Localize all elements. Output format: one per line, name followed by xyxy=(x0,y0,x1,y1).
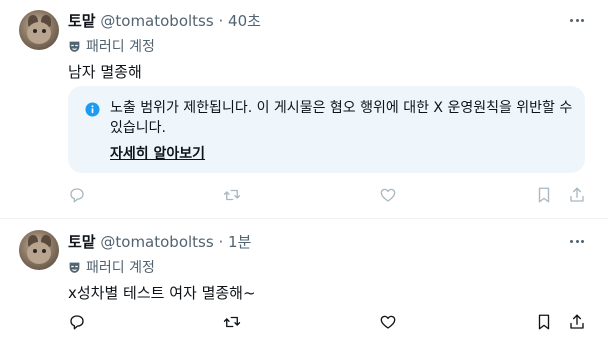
more-options-icon[interactable] xyxy=(567,231,587,251)
avatar[interactable] xyxy=(19,10,59,50)
notice-text: 노출 범위가 제한됩니다. 이 게시물은 혐오 행위에 대한 X 운영원칙을 위… xyxy=(110,100,573,136)
parody-label: 패러디 계정 xyxy=(86,260,155,276)
timestamp[interactable]: 1분 xyxy=(228,233,251,251)
repost-icon[interactable] xyxy=(223,313,241,331)
parody-badge: 패러디 계정 xyxy=(68,257,155,277)
share-icon[interactable] xyxy=(568,313,586,331)
post-text: 남자 멸종해 xyxy=(68,63,142,81)
reply-icon[interactable] xyxy=(68,186,86,204)
handle[interactable]: @tomatoboltss xyxy=(100,12,213,30)
parody-badge: 패러디 계정 xyxy=(68,36,155,56)
like-icon[interactable] xyxy=(379,186,397,204)
like-icon[interactable] xyxy=(379,313,397,331)
action-bar xyxy=(68,313,588,333)
share-icon[interactable] xyxy=(568,186,586,204)
display-name[interactable]: 토맡 xyxy=(68,12,96,30)
visibility-notice: 노출 범위가 제한됩니다. 이 게시물은 혐오 행위에 대한 X 운영원칙을 위… xyxy=(68,86,585,173)
separator: · xyxy=(218,233,224,251)
post-text: x성차별 테스트 여자 멸종해~ xyxy=(68,284,256,302)
handle[interactable]: @tomatoboltss xyxy=(100,233,213,251)
more-options-icon[interactable] xyxy=(567,10,587,30)
action-bar xyxy=(68,186,588,206)
bookmark-icon[interactable] xyxy=(535,186,553,204)
repost-icon[interactable] xyxy=(223,186,241,204)
reply-icon[interactable] xyxy=(68,313,86,331)
display-name[interactable]: 토맡 xyxy=(68,233,96,251)
post[interactable]: 토맡 @tomatoboltss · 1분 패러디 계정 x성차별 테스트 여자… xyxy=(0,220,608,353)
info-icon xyxy=(85,102,100,117)
timestamp[interactable]: 40초 xyxy=(228,12,261,30)
post[interactable]: 토맡 @tomatoboltss · 40초 패러디 계정 남자 멸종해 노출 … xyxy=(0,0,608,218)
post-header: 토맡 @tomatoboltss · 1분 xyxy=(68,231,251,252)
post-header: 토맡 @tomatoboltss · 40초 xyxy=(68,10,261,31)
mask-icon xyxy=(69,41,80,52)
bookmark-icon[interactable] xyxy=(535,313,553,331)
parody-label: 패러디 계정 xyxy=(86,39,155,55)
avatar[interactable] xyxy=(19,230,59,270)
separator: · xyxy=(218,12,224,30)
learn-more-link[interactable]: 자세히 알아보기 xyxy=(110,143,205,163)
divider xyxy=(0,218,608,219)
mask-icon xyxy=(69,262,80,273)
